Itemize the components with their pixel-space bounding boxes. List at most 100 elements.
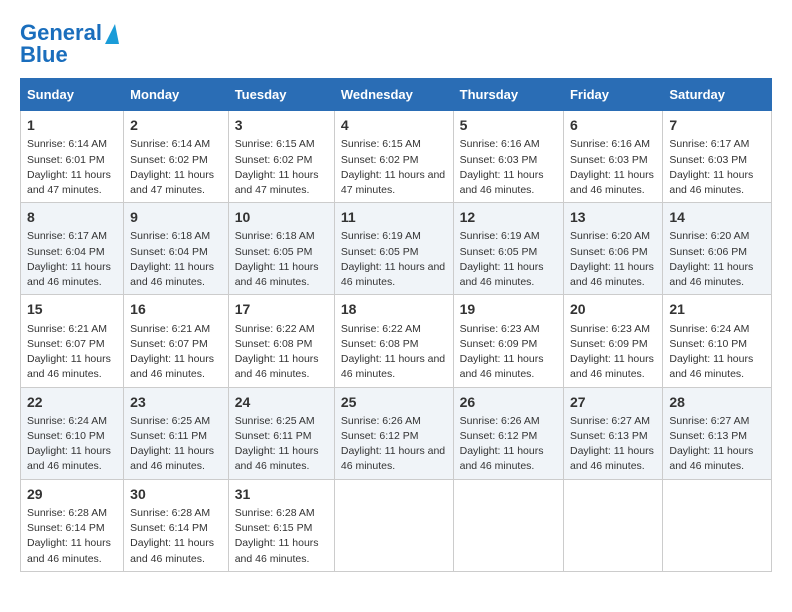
day-number: 13: [570, 207, 656, 227]
day-number: 5: [460, 115, 557, 135]
day-cell: 2Sunrise: 6:14 AMSunset: 6:02 PMDaylight…: [124, 111, 229, 203]
day-cell: 28Sunrise: 6:27 AMSunset: 6:13 PMDayligh…: [663, 387, 772, 479]
day-cell: 11Sunrise: 6:19 AMSunset: 6:05 PMDayligh…: [334, 203, 453, 295]
sunrise-label: Sunrise: 6:22 AM: [341, 323, 421, 335]
sunrise-label: Sunrise: 6:23 AM: [460, 323, 540, 335]
day-number: 3: [235, 115, 328, 135]
sunrise-label: Sunrise: 6:26 AM: [341, 415, 421, 427]
col-header-saturday: Saturday: [663, 79, 772, 111]
sunset-label: Sunset: 6:09 PM: [570, 338, 648, 350]
sunrise-label: Sunrise: 6:25 AM: [235, 415, 315, 427]
day-number: 2: [130, 115, 222, 135]
daylight-label: Daylight: 11 hours and 46 minutes.: [341, 353, 445, 380]
sunset-label: Sunset: 6:03 PM: [570, 154, 648, 166]
logo-icon: [105, 24, 119, 44]
sunset-label: Sunset: 6:05 PM: [460, 246, 538, 258]
sunset-label: Sunset: 6:04 PM: [27, 246, 105, 258]
day-cell: [563, 479, 662, 571]
sunrise-label: Sunrise: 6:15 AM: [235, 138, 315, 150]
sunset-label: Sunset: 6:03 PM: [460, 154, 538, 166]
day-cell: 30Sunrise: 6:28 AMSunset: 6:14 PMDayligh…: [124, 479, 229, 571]
day-cell: 18Sunrise: 6:22 AMSunset: 6:08 PMDayligh…: [334, 295, 453, 387]
day-number: 10: [235, 207, 328, 227]
week-row-5: 29Sunrise: 6:28 AMSunset: 6:14 PMDayligh…: [21, 479, 772, 571]
sunset-label: Sunset: 6:07 PM: [130, 338, 208, 350]
day-number: 24: [235, 392, 328, 412]
day-cell: 8Sunrise: 6:17 AMSunset: 6:04 PMDaylight…: [21, 203, 124, 295]
day-cell: 6Sunrise: 6:16 AMSunset: 6:03 PMDaylight…: [563, 111, 662, 203]
sunrise-label: Sunrise: 6:24 AM: [669, 323, 749, 335]
day-number: 14: [669, 207, 765, 227]
sunrise-label: Sunrise: 6:17 AM: [669, 138, 749, 150]
day-cell: 31Sunrise: 6:28 AMSunset: 6:15 PMDayligh…: [228, 479, 334, 571]
day-cell: 7Sunrise: 6:17 AMSunset: 6:03 PMDaylight…: [663, 111, 772, 203]
day-number: 11: [341, 207, 447, 227]
col-header-tuesday: Tuesday: [228, 79, 334, 111]
day-number: 25: [341, 392, 447, 412]
sunset-label: Sunset: 6:06 PM: [669, 246, 747, 258]
sunrise-label: Sunrise: 6:15 AM: [341, 138, 421, 150]
daylight-label: Daylight: 11 hours and 46 minutes.: [130, 261, 214, 288]
calendar-header-row: SundayMondayTuesdayWednesdayThursdayFrid…: [21, 79, 772, 111]
sunrise-label: Sunrise: 6:27 AM: [570, 415, 650, 427]
daylight-label: Daylight: 11 hours and 46 minutes.: [669, 169, 753, 196]
day-cell: 12Sunrise: 6:19 AMSunset: 6:05 PMDayligh…: [453, 203, 563, 295]
day-number: 22: [27, 392, 117, 412]
day-cell: 5Sunrise: 6:16 AMSunset: 6:03 PMDaylight…: [453, 111, 563, 203]
sunrise-label: Sunrise: 6:28 AM: [130, 507, 210, 519]
col-header-monday: Monday: [124, 79, 229, 111]
sunset-label: Sunset: 6:02 PM: [341, 154, 419, 166]
week-row-2: 8Sunrise: 6:17 AMSunset: 6:04 PMDaylight…: [21, 203, 772, 295]
sunrise-label: Sunrise: 6:20 AM: [570, 230, 650, 242]
daylight-label: Daylight: 11 hours and 46 minutes.: [27, 537, 111, 564]
sunrise-label: Sunrise: 6:24 AM: [27, 415, 107, 427]
day-cell: 10Sunrise: 6:18 AMSunset: 6:05 PMDayligh…: [228, 203, 334, 295]
day-cell: 26Sunrise: 6:26 AMSunset: 6:12 PMDayligh…: [453, 387, 563, 479]
daylight-label: Daylight: 11 hours and 46 minutes.: [460, 445, 544, 472]
sunset-label: Sunset: 6:02 PM: [130, 154, 208, 166]
calendar-table: SundayMondayTuesdayWednesdayThursdayFrid…: [20, 78, 772, 572]
sunset-label: Sunset: 6:15 PM: [235, 522, 313, 534]
sunset-label: Sunset: 6:07 PM: [27, 338, 105, 350]
daylight-label: Daylight: 11 hours and 46 minutes.: [460, 261, 544, 288]
day-cell: [453, 479, 563, 571]
daylight-label: Daylight: 11 hours and 47 minutes.: [130, 169, 214, 196]
daylight-label: Daylight: 11 hours and 46 minutes.: [27, 445, 111, 472]
day-number: 19: [460, 299, 557, 319]
sunrise-label: Sunrise: 6:19 AM: [341, 230, 421, 242]
sunrise-label: Sunrise: 6:23 AM: [570, 323, 650, 335]
daylight-label: Daylight: 11 hours and 46 minutes.: [235, 353, 319, 380]
day-number: 17: [235, 299, 328, 319]
day-cell: 3Sunrise: 6:15 AMSunset: 6:02 PMDaylight…: [228, 111, 334, 203]
day-cell: 22Sunrise: 6:24 AMSunset: 6:10 PMDayligh…: [21, 387, 124, 479]
sunset-label: Sunset: 6:12 PM: [341, 430, 419, 442]
sunrise-label: Sunrise: 6:18 AM: [235, 230, 315, 242]
day-number: 30: [130, 484, 222, 504]
day-number: 7: [669, 115, 765, 135]
day-cell: 21Sunrise: 6:24 AMSunset: 6:10 PMDayligh…: [663, 295, 772, 387]
daylight-label: Daylight: 11 hours and 47 minutes.: [341, 169, 445, 196]
week-row-4: 22Sunrise: 6:24 AMSunset: 6:10 PMDayligh…: [21, 387, 772, 479]
logo-blue: Blue: [20, 42, 68, 68]
sunset-label: Sunset: 6:12 PM: [460, 430, 538, 442]
sunrise-label: Sunrise: 6:17 AM: [27, 230, 107, 242]
day-cell: 15Sunrise: 6:21 AMSunset: 6:07 PMDayligh…: [21, 295, 124, 387]
day-cell: 23Sunrise: 6:25 AMSunset: 6:11 PMDayligh…: [124, 387, 229, 479]
day-cell: 17Sunrise: 6:22 AMSunset: 6:08 PMDayligh…: [228, 295, 334, 387]
sunset-label: Sunset: 6:11 PM: [130, 430, 207, 442]
day-cell: 27Sunrise: 6:27 AMSunset: 6:13 PMDayligh…: [563, 387, 662, 479]
col-header-sunday: Sunday: [21, 79, 124, 111]
daylight-label: Daylight: 11 hours and 46 minutes.: [669, 353, 753, 380]
day-number: 31: [235, 484, 328, 504]
day-cell: 4Sunrise: 6:15 AMSunset: 6:02 PMDaylight…: [334, 111, 453, 203]
sunset-label: Sunset: 6:02 PM: [235, 154, 313, 166]
sunrise-label: Sunrise: 6:26 AM: [460, 415, 540, 427]
sunrise-label: Sunrise: 6:25 AM: [130, 415, 210, 427]
sunset-label: Sunset: 6:10 PM: [669, 338, 747, 350]
day-cell: 24Sunrise: 6:25 AMSunset: 6:11 PMDayligh…: [228, 387, 334, 479]
day-number: 18: [341, 299, 447, 319]
sunset-label: Sunset: 6:04 PM: [130, 246, 208, 258]
page-header: General Blue: [20, 20, 772, 68]
sunset-label: Sunset: 6:01 PM: [27, 154, 105, 166]
day-cell: 9Sunrise: 6:18 AMSunset: 6:04 PMDaylight…: [124, 203, 229, 295]
